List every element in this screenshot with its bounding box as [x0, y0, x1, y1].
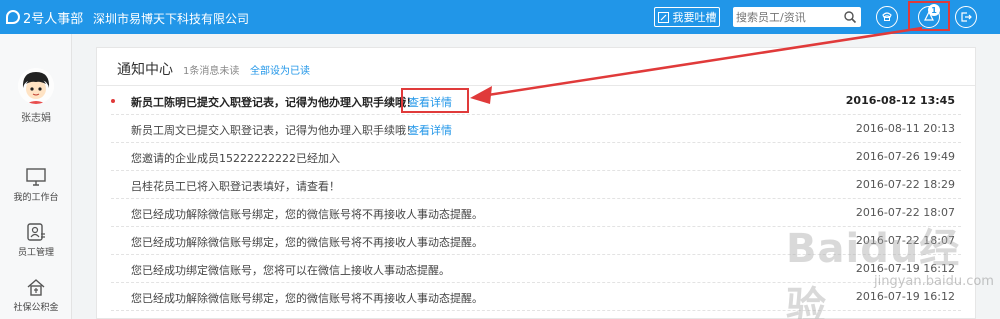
search-box[interactable] [733, 7, 861, 27]
divider [97, 85, 975, 86]
unread-count: 1条消息未读 [183, 66, 240, 77]
feedback-label: 我要吐槽 [672, 11, 717, 24]
notification-text: 新员工周文已提交入职登记表，记得为他办理入职手续哦！ [131, 124, 417, 137]
logo-text: 2号人事部 [23, 11, 84, 27]
avatar-image [18, 68, 54, 104]
notification-time: 2016-07-22 18:29 [855, 178, 955, 191]
notification-time: 2016-08-12 13:45 [845, 94, 955, 107]
unread-dot [111, 99, 115, 103]
house-icon [27, 279, 45, 296]
employee-icon [27, 223, 45, 241]
avatar[interactable] [18, 68, 54, 104]
notification-row[interactable]: 新员工周文已提交入职登记表，记得为他办理入职手续哦！ 查看详情 2016-08-… [111, 115, 961, 143]
logout-glyph [961, 12, 972, 22]
sidebar-item-label: 社保公积金 [13, 303, 59, 313]
notification-text: 您邀请的企业成员15222222222已经加入 [131, 152, 340, 165]
sidebar-item-label: 我的工作台 [13, 193, 59, 203]
logo-icon [6, 10, 20, 24]
phone-glyph [882, 12, 892, 21]
feedback-button[interactable]: 我要吐槽 [654, 7, 720, 27]
sidebar-item-label: 员工管理 [17, 248, 54, 258]
phone-icon[interactable] [876, 6, 898, 28]
mark-all-read-link[interactable]: 全部设为已读 [250, 62, 310, 77]
notification-text: 您已经成功绑定微信账号，您将可以在微信上接收人事动态提醒。 [131, 264, 450, 277]
notification-badge: 1 [928, 4, 940, 16]
notification-row[interactable]: 吕桂花员工已将入职登记表填好，请查看！ 2016-07-22 18:29 [111, 171, 961, 199]
sidebar: 张志娟 我的工作台 员工管理 社保公积金 [0, 34, 72, 319]
notification-text: 您已经成功解除微信账号绑定，您的微信账号将不再接收人事动态提醒。 [131, 208, 483, 221]
search-icon[interactable] [843, 10, 857, 24]
notification-time: 2016-07-26 19:49 [855, 150, 955, 163]
watermark-logo: Baidu经验 [786, 226, 961, 319]
notification-text: 吕桂花员工已将入职登记表填好，请查看！ [131, 180, 340, 193]
search-input[interactable] [736, 9, 836, 25]
view-detail-link[interactable]: 查看详情 [408, 122, 452, 138]
notification-text: 新员工陈明已提交入职登记表，记得为他办理入职手续哦！ [131, 96, 417, 109]
view-detail-link[interactable]: 查看详情 [408, 94, 452, 110]
notification-row[interactable]: 您邀请的企业成员15222222222已经加入 2016-07-26 19:49 [111, 143, 961, 171]
monitor-icon [26, 168, 46, 186]
sidebar-item-workbench[interactable]: 我的工作台 [0, 168, 72, 203]
notification-time: 2016-08-11 20:13 [855, 122, 955, 135]
logout-icon[interactable] [955, 6, 977, 28]
user-name: 张志娟 [21, 113, 51, 124]
sidebar-item-employees[interactable]: 员工管理 [0, 223, 72, 258]
notification-text: 您已经成功解除微信账号绑定，您的微信账号将不再接收人事动态提醒。 [131, 236, 483, 249]
notification-text: 您已经成功解除微信账号绑定，您的微信账号将不再接收人事动态提醒。 [131, 292, 483, 305]
app-logo[interactable]: 2号人事部 [6, 6, 83, 28]
company-name: 深圳市易博天下科技有限公司 [93, 12, 250, 26]
sidebar-item-social-insurance[interactable]: 社保公积金 [0, 278, 72, 313]
page-title: 通知中心 [117, 62, 173, 78]
edit-icon [657, 11, 669, 23]
watermark: Baidu经验 jingyan.baidu.com [786, 216, 994, 319]
top-bar: 2号人事部 深圳市易博天下科技有限公司 我要吐槽 1 [0, 0, 1000, 34]
notification-row[interactable]: 新员工陈明已提交入职登记表，记得为他办理入职手续哦！ 查看详情 2016-08-… [111, 87, 961, 115]
watermark-url: jingyan.baidu.com [874, 274, 994, 289]
